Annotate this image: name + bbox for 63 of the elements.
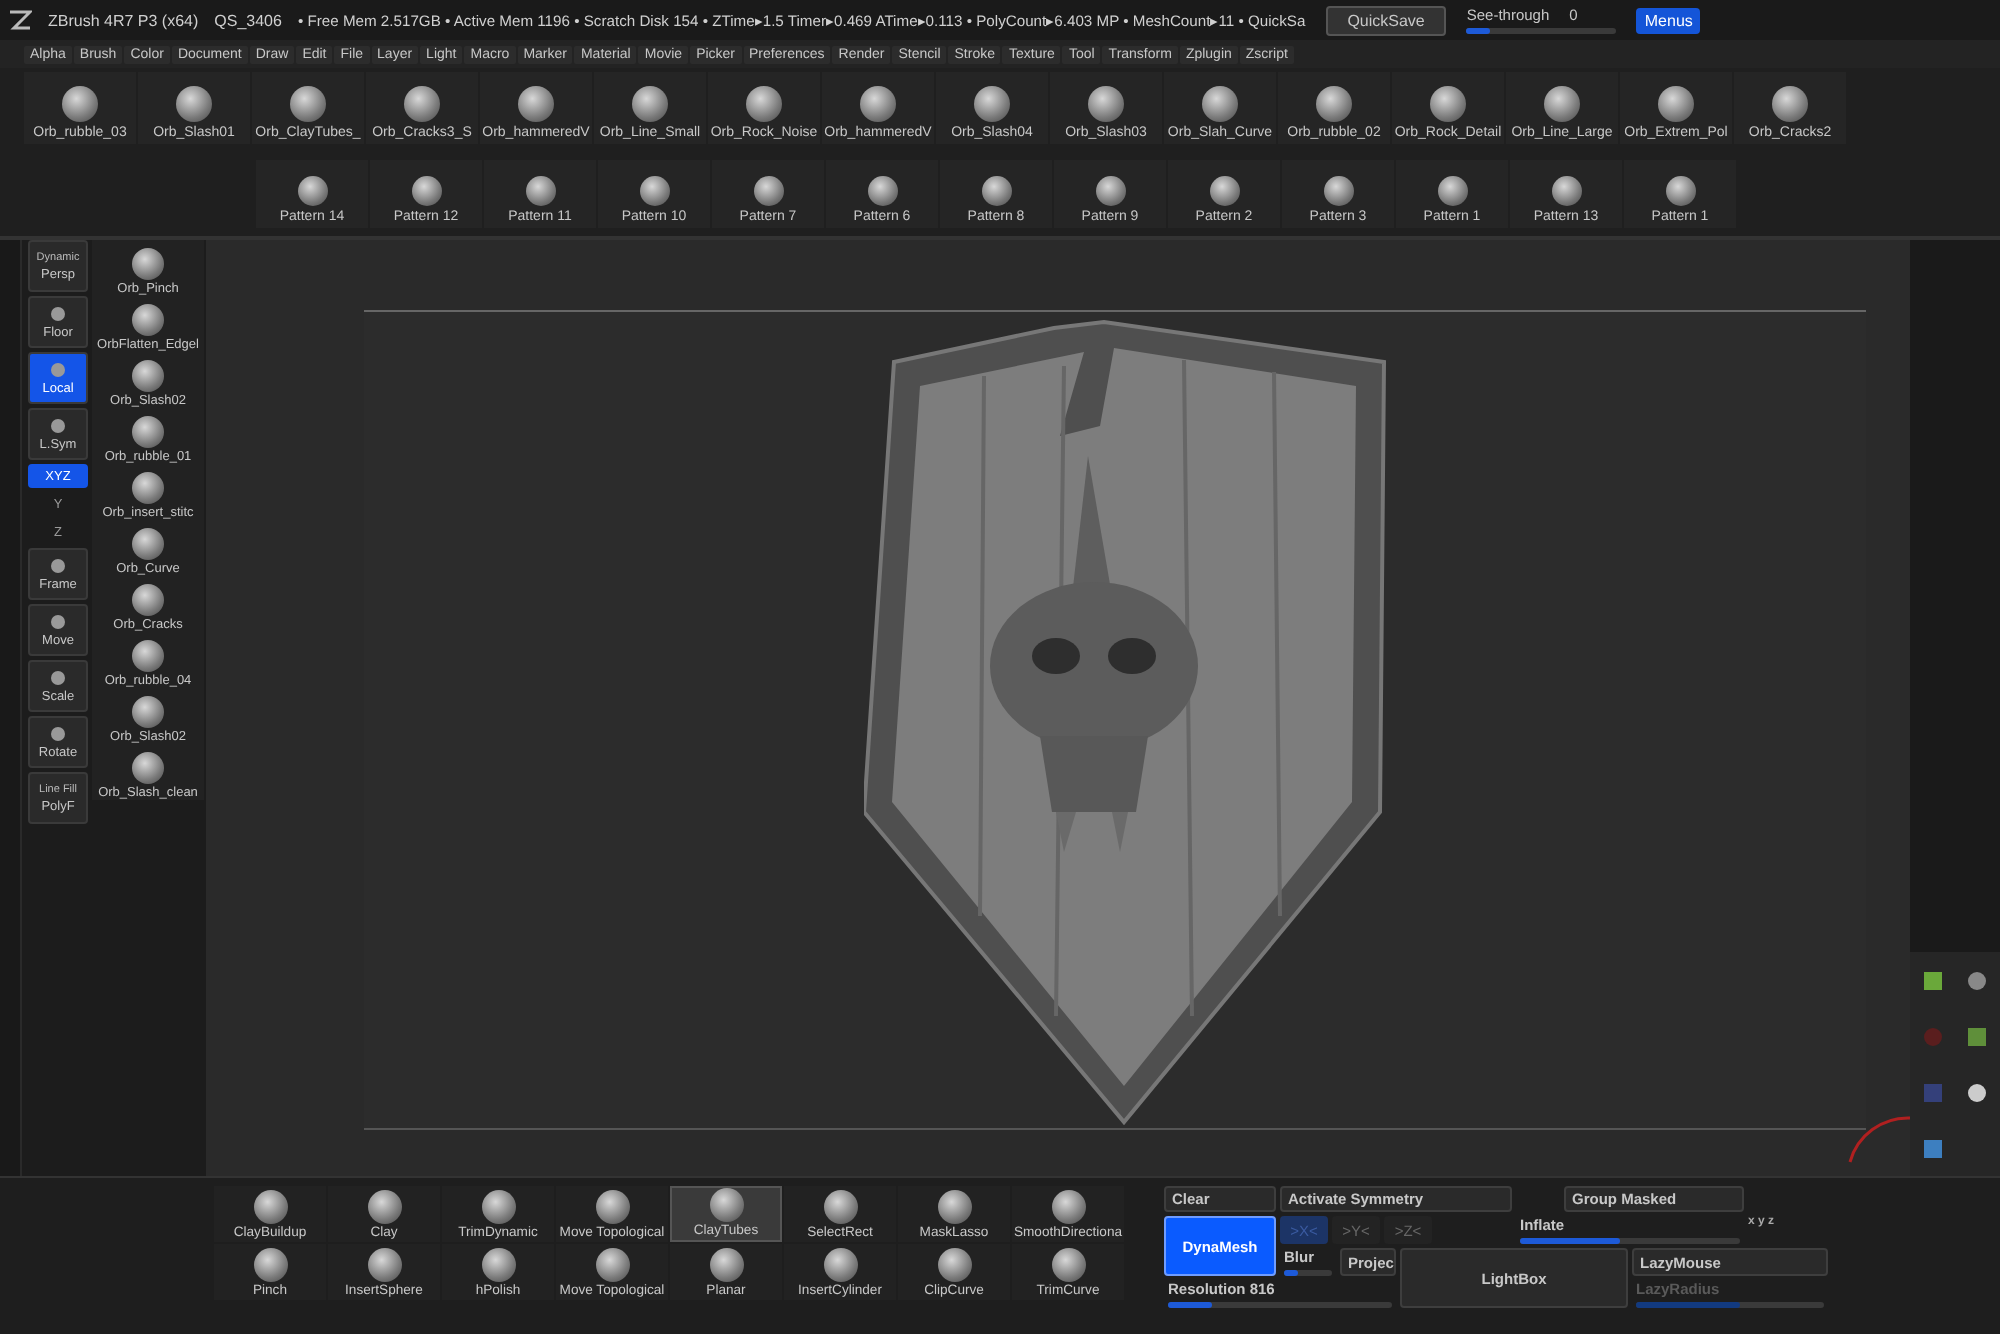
sphere-icon bbox=[404, 86, 440, 122]
brush-preview-icon bbox=[253, 1248, 287, 1282]
brush-preview-icon bbox=[595, 1190, 629, 1224]
brush-preview-icon bbox=[937, 1190, 971, 1224]
sphere-icon bbox=[746, 86, 782, 122]
menus-button[interactable]: Menus bbox=[1636, 7, 1701, 33]
sphere-icon bbox=[132, 472, 164, 504]
brush-preview-icon bbox=[823, 1248, 857, 1282]
sphere-icon bbox=[297, 176, 327, 206]
brush-preview-icon bbox=[709, 1248, 743, 1282]
brush-preview-icon bbox=[709, 1188, 743, 1222]
sphere-icon bbox=[1665, 176, 1695, 206]
logo-icon bbox=[8, 10, 32, 30]
sphere-icon bbox=[132, 304, 164, 336]
sphere-icon bbox=[132, 528, 164, 560]
sphere-icon bbox=[132, 416, 164, 448]
sphere-icon bbox=[132, 248, 164, 280]
sphere-icon bbox=[981, 176, 1011, 206]
brush-preview-icon bbox=[937, 1248, 971, 1282]
rotation-ring-icon bbox=[1846, 1116, 1914, 1164]
brush-preview-icon bbox=[367, 1190, 401, 1224]
sphere-icon bbox=[753, 176, 783, 206]
quicksave-button[interactable]: QuickSave bbox=[1325, 5, 1447, 35]
sphere-icon bbox=[525, 176, 555, 206]
sphere-icon bbox=[1658, 86, 1694, 122]
app-title: ZBrush 4R7 P3 (x64) bbox=[48, 11, 199, 29]
sphere-icon bbox=[290, 86, 326, 122]
sphere-icon bbox=[132, 584, 164, 616]
sphere-icon bbox=[1316, 86, 1352, 122]
sphere-icon bbox=[867, 176, 897, 206]
sphere-icon bbox=[411, 176, 441, 206]
sphere-icon bbox=[132, 640, 164, 672]
sphere-icon bbox=[1430, 86, 1466, 122]
sphere-icon[interactable] bbox=[1968, 971, 1987, 989]
sphere-icon bbox=[1772, 86, 1808, 122]
brush-preview-icon bbox=[367, 1248, 401, 1282]
brush-preview-icon bbox=[481, 1248, 515, 1282]
sphere-icon bbox=[1323, 176, 1353, 206]
sphere-icon bbox=[1088, 86, 1124, 122]
brush-preview-icon bbox=[253, 1190, 287, 1224]
sphere-icon bbox=[860, 86, 896, 122]
sphere-icon bbox=[1551, 176, 1581, 206]
sphere-icon bbox=[132, 752, 164, 784]
sphere-icon bbox=[1437, 176, 1467, 206]
sphere-icon bbox=[132, 696, 164, 728]
sphere-icon bbox=[639, 176, 669, 206]
sphere-icon bbox=[1202, 86, 1238, 122]
sphere-icon bbox=[632, 86, 668, 122]
brush-preview-icon bbox=[595, 1248, 629, 1282]
sphere-icon bbox=[176, 86, 212, 122]
brush-preview-icon bbox=[481, 1190, 515, 1224]
sphere-icon bbox=[132, 360, 164, 392]
file-name: QS_3406 bbox=[214, 11, 282, 29]
sphere-icon bbox=[62, 86, 98, 122]
sphere-icon bbox=[974, 86, 1010, 122]
sphere-icon bbox=[518, 86, 554, 122]
sphere-icon bbox=[1209, 176, 1239, 206]
brush-preview-icon bbox=[1051, 1190, 1085, 1224]
sphere-icon bbox=[1544, 86, 1580, 122]
sphere-icon[interactable] bbox=[1968, 1083, 1987, 1101]
brush-preview-icon bbox=[823, 1190, 857, 1224]
brush-preview-icon bbox=[1051, 1248, 1085, 1282]
sphere-icon bbox=[1095, 176, 1125, 206]
